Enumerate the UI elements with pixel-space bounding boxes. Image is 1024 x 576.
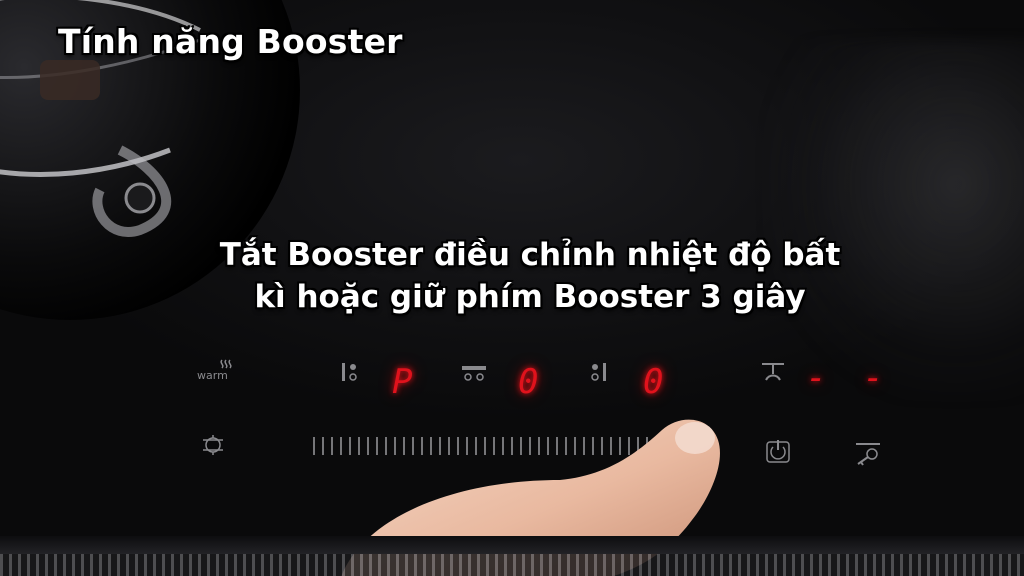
bridge-icon[interactable]	[199, 432, 227, 458]
zone-display-2: 0	[643, 362, 666, 402]
warm-label: warm	[197, 369, 228, 382]
video-frame: Tính năng Booster Tắt Booster điều chỉnh…	[0, 0, 1024, 576]
dual-zone-icon[interactable]	[461, 364, 487, 382]
vent-strip	[0, 554, 1024, 576]
zone-select-icon-2[interactable]	[590, 361, 610, 383]
timer-display: - -	[806, 358, 892, 398]
caption-line-1: Tắt Booster điều chỉnh nhiệt độ bất	[219, 237, 841, 273]
timer-icon[interactable]	[760, 360, 786, 384]
power-icon[interactable]	[765, 438, 791, 464]
steam-haze	[764, 40, 1024, 400]
power-level-display: P	[392, 362, 415, 402]
zone-select-icon[interactable]	[340, 361, 360, 383]
lock-icon[interactable]	[854, 440, 882, 466]
glass-edge	[0, 536, 1024, 554]
caption-line-2: kì hoặc giữ phím Booster 3 giây	[254, 279, 806, 315]
caption-subtitle: Tắt Booster điều chỉnh nhiệt độ bất kì h…	[150, 234, 910, 318]
zone-display-1: 0	[518, 362, 541, 402]
caption-title: Tính năng Booster	[58, 22, 403, 61]
